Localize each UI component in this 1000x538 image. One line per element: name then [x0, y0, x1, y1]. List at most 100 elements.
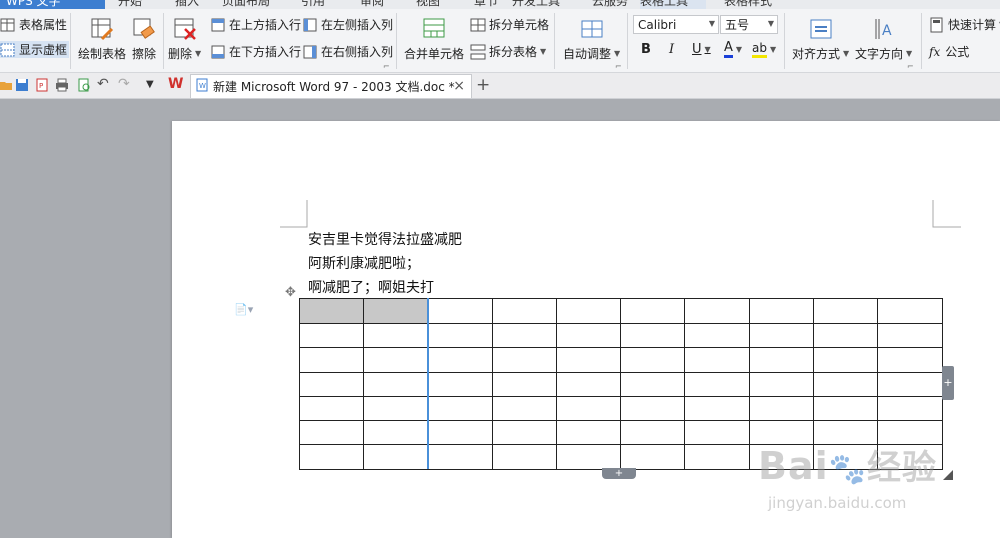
table-cell[interactable]: [748, 395, 815, 422]
table-cell[interactable]: [427, 444, 493, 470]
table-cell[interactable]: [813, 371, 879, 397]
app-menu-button[interactable]: WPS 文字: [0, 0, 105, 9]
show-gridlines-button[interactable]: 显示虚框: [0, 41, 70, 58]
table-cell[interactable]: [362, 347, 429, 373]
align-button[interactable]: 对齐方式 ▼: [792, 17, 849, 62]
table-cell[interactable]: [362, 395, 429, 422]
table-cell[interactable]: [299, 347, 364, 373]
insert-row-above-button[interactable]: 在上方插入行: [210, 16, 301, 33]
print-preview-icon[interactable]: [77, 78, 91, 92]
chevron-down-icon[interactable]: ▼: [768, 19, 774, 28]
formula-button[interactable]: fx 公式: [929, 43, 969, 60]
new-tab-icon[interactable]: +: [476, 75, 490, 95]
table-cell[interactable]: [427, 395, 493, 422]
paragraph-line[interactable]: 安吉里卡觉得法拉盛减肥: [308, 229, 462, 249]
table-cell[interactable]: [877, 395, 943, 422]
open-folder-icon[interactable]: [0, 78, 14, 92]
table-cell[interactable]: [620, 395, 686, 422]
table-cell[interactable]: [491, 395, 557, 422]
table-cell[interactable]: [748, 322, 815, 349]
table-cell[interactable]: [684, 298, 750, 324]
table-cell[interactable]: [620, 347, 686, 373]
table-cell[interactable]: [299, 420, 364, 446]
table-cell[interactable]: [362, 298, 429, 324]
chevron-down-icon[interactable]: ▼: [705, 45, 711, 54]
table-cell[interactable]: [555, 298, 622, 324]
split-table-button[interactable]: 拆分表格 ▼: [470, 43, 546, 60]
tab-home[interactable]: 开始: [118, 0, 142, 9]
undo-icon[interactable]: ↶: [97, 76, 111, 92]
table-cell[interactable]: [620, 444, 686, 470]
text-direction-button[interactable]: A 文字方向 ▼: [855, 17, 912, 62]
close-tab-icon[interactable]: ×: [453, 78, 465, 94]
table-cell[interactable]: [748, 347, 815, 373]
table-cell[interactable]: [555, 322, 622, 349]
paragraph-line[interactable]: 阿斯利康减肥啦；: [308, 253, 420, 273]
tab-page-layout[interactable]: 页面布局: [222, 0, 270, 9]
table-cell[interactable]: [620, 420, 686, 446]
paste-options-icon[interactable]: 📄▾: [234, 303, 253, 316]
erase-button[interactable]: 擦除: [132, 17, 156, 62]
delete-button[interactable]: 删除 ▼: [168, 17, 201, 62]
redo-icon[interactable]: ↷: [118, 76, 132, 92]
table-cell[interactable]: [877, 347, 943, 373]
chevron-down-icon[interactable]: ▼: [709, 19, 715, 28]
font-size-combo[interactable]: 五号 ▼: [720, 15, 778, 34]
tab-table-tools[interactable]: 表格工具: [640, 0, 706, 9]
insert-row-below-button[interactable]: 在下方插入行: [210, 43, 301, 60]
table-resize-handle[interactable]: [943, 470, 953, 480]
table-cell[interactable]: [877, 298, 943, 324]
table-cell[interactable]: [427, 347, 493, 373]
table-cell[interactable]: [748, 298, 815, 324]
tab-developer[interactable]: 开发工具: [512, 0, 560, 9]
font-color-button[interactable]: A ▼: [724, 41, 742, 58]
table-cell[interactable]: [555, 347, 622, 373]
table-cell[interactable]: [491, 444, 557, 470]
tab-references[interactable]: 引用: [301, 0, 325, 9]
table-cell[interactable]: [813, 322, 879, 349]
table-cell[interactable]: [491, 420, 557, 446]
table-properties-button[interactable]: 表格属性: [0, 16, 67, 33]
tab-insert[interactable]: 插入: [175, 0, 199, 9]
table-cell[interactable]: [299, 298, 364, 324]
customize-toolbar-icon[interactable]: ▼: [146, 79, 160, 93]
table-move-handle-icon[interactable]: ✥: [285, 285, 296, 300]
save-icon[interactable]: [15, 78, 29, 92]
table-cell[interactable]: [877, 371, 943, 397]
insert-col-left-button[interactable]: 在左侧插入列: [302, 16, 393, 33]
italic-button[interactable]: I: [669, 42, 674, 57]
chevron-down-icon[interactable]: ▼: [736, 45, 742, 54]
table-cell[interactable]: [813, 298, 879, 324]
table-cell[interactable]: [491, 371, 557, 397]
table-cell[interactable]: [299, 444, 364, 470]
table-cell[interactable]: [299, 322, 364, 349]
column-resize-marker[interactable]: [427, 298, 429, 469]
chevron-down-icon[interactable]: ▼: [770, 45, 776, 54]
tab-view[interactable]: 视图: [416, 0, 440, 9]
table-cell[interactable]: [362, 420, 429, 446]
font-name-combo[interactable]: Calibri ▼: [633, 15, 719, 34]
table-cell[interactable]: [813, 347, 879, 373]
tab-section[interactable]: 章节: [474, 0, 498, 9]
table-cell[interactable]: [362, 371, 429, 397]
table-cell[interactable]: [620, 322, 686, 349]
auto-fit-button[interactable]: 自动调整 ▼: [563, 17, 620, 62]
dialog-launcher-icon[interactable]: ⌐: [383, 62, 390, 71]
table-cell[interactable]: [299, 371, 364, 397]
dialog-launcher-icon[interactable]: ⌐: [907, 62, 914, 71]
table-cell[interactable]: [555, 371, 622, 397]
underline-button[interactable]: U ▼: [692, 42, 711, 57]
dialog-launcher-icon[interactable]: ⌐: [615, 62, 622, 71]
insert-col-right-button[interactable]: 在右侧插入列: [302, 43, 393, 60]
print-icon[interactable]: [55, 78, 69, 92]
table-cell[interactable]: [877, 322, 943, 349]
paragraph-line[interactable]: 啊减肥了；啊姐夫打: [308, 277, 434, 297]
merge-cells-button[interactable]: 合并单元格: [404, 17, 464, 62]
table-cell[interactable]: [491, 298, 557, 324]
table-cell[interactable]: [555, 395, 622, 422]
table-cell[interactable]: [684, 347, 750, 373]
export-pdf-icon[interactable]: P: [35, 78, 49, 92]
table-cell[interactable]: [748, 371, 815, 397]
table-cell[interactable]: [491, 347, 557, 373]
tab-table-style[interactable]: 表格样式: [724, 0, 772, 9]
